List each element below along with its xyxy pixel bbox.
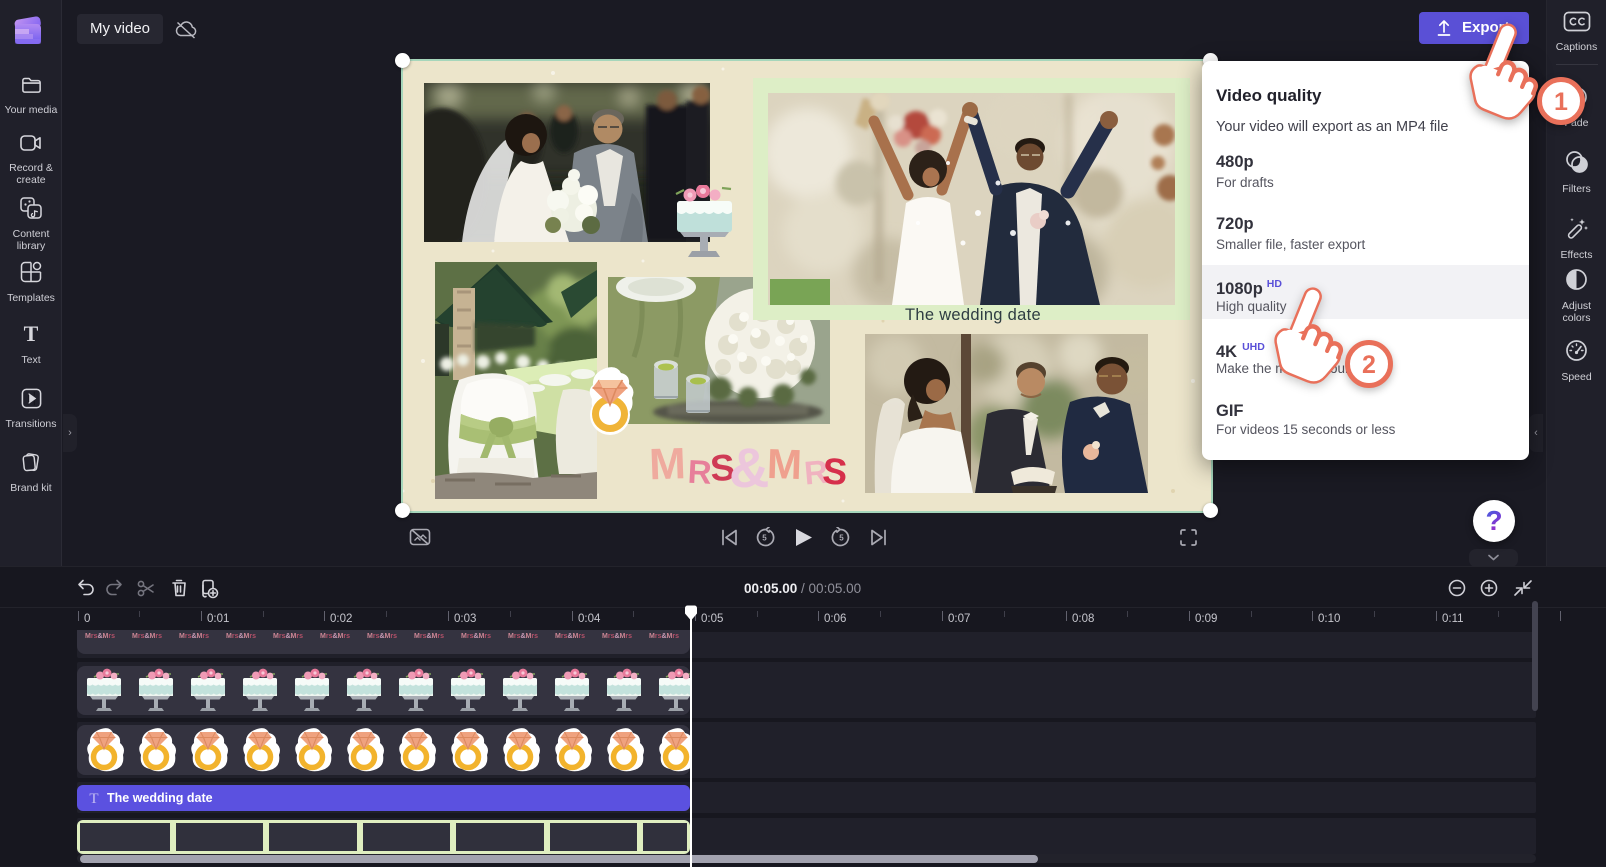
svg-text:Mrs&Mrs: Mrs&Mrs <box>602 633 632 640</box>
svg-text:M: M <box>766 440 803 488</box>
svg-text:T: T <box>24 322 39 346</box>
svg-text:5: 5 <box>762 534 767 543</box>
svg-text:5: 5 <box>839 534 844 543</box>
svg-text:Mrs&Mrs: Mrs&Mrs <box>649 633 679 640</box>
svg-text:Mrs&Mrs: Mrs&Mrs <box>179 633 209 640</box>
svg-text:Mrs&Mrs: Mrs&Mrs <box>85 633 115 640</box>
svg-text:S: S <box>821 450 848 493</box>
svg-text:Mrs&Mrs: Mrs&Mrs <box>414 633 444 640</box>
svg-text:&: & <box>729 436 769 493</box>
svg-text:?: ? <box>1485 505 1502 536</box>
svg-text:M: M <box>649 439 687 489</box>
svg-text:Mrs&Mrs: Mrs&Mrs <box>226 633 256 640</box>
svg-text:Mrs&Mrs: Mrs&Mrs <box>132 633 162 640</box>
svg-text:Mrs&Mrs: Mrs&Mrs <box>555 633 585 640</box>
svg-text:Mrs&Mrs: Mrs&Mrs <box>367 633 397 640</box>
svg-text:Mrs&Mrs: Mrs&Mrs <box>320 633 350 640</box>
svg-text:Mrs&Mrs: Mrs&Mrs <box>461 633 491 640</box>
svg-text:Mrs&Mrs: Mrs&Mrs <box>273 633 303 640</box>
svg-text:Mrs&Mrs: Mrs&Mrs <box>508 633 538 640</box>
svg-text:T: T <box>89 791 98 806</box>
